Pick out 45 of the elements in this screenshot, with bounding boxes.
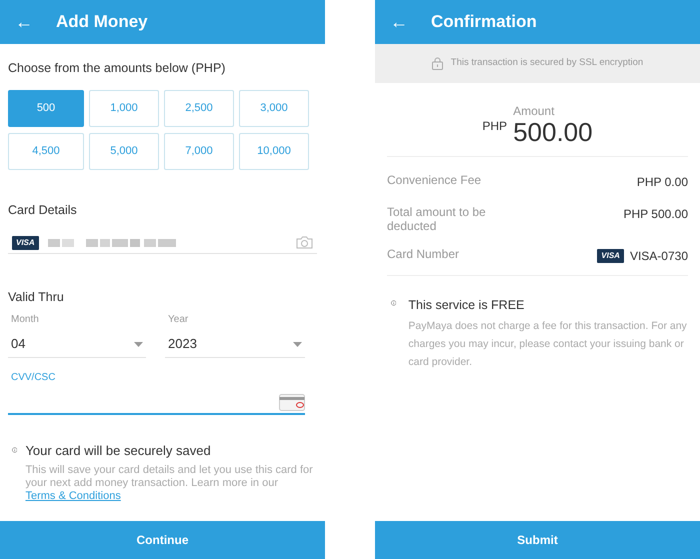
amount-option[interactable]: 7,000 xyxy=(164,132,234,170)
submit-button[interactable]: Submit xyxy=(375,521,700,559)
detail-value: PHP 500.00 xyxy=(624,206,688,223)
camera-icon[interactable] xyxy=(296,236,313,249)
year-select[interactable]: 2023 xyxy=(165,331,305,358)
caret-icon xyxy=(134,342,143,346)
visa-logo: VISA xyxy=(12,236,39,250)
section-title: Choose from the amounts below (PHP) xyxy=(8,60,226,77)
amount-option[interactable]: 2,500 xyxy=(164,90,234,127)
amount-option[interactable]: 5,000 xyxy=(89,132,159,170)
detail-value: PHP 0.00 xyxy=(636,174,688,191)
amount-option[interactable]: 1,000 xyxy=(89,90,159,127)
amount-option[interactable]: 3,000 xyxy=(239,90,309,127)
amount-option[interactable]: 10,000 xyxy=(239,132,309,170)
section-title: Card Details xyxy=(8,202,78,219)
amount-option[interactable]: 500 xyxy=(8,90,84,127)
notice-text: PayMaya does not charge a fee for this transaction. For any charges you may incur, please contact your issuing bank or card provider. xyxy=(408,318,688,370)
detail-label: Convenience Fee xyxy=(387,173,482,187)
back-button[interactable]: ← xyxy=(14,13,34,31)
month-select[interactable]: 04 xyxy=(8,331,146,358)
screen-title: Confirmation xyxy=(431,11,537,34)
notice-title: This service is FREE xyxy=(408,297,526,314)
currency-label: PHP xyxy=(482,118,508,135)
caret-icon xyxy=(293,342,302,346)
lock-icon xyxy=(432,57,443,70)
field-label: Month xyxy=(10,313,40,328)
card-cvv-icon xyxy=(279,394,305,411)
card-number-field[interactable]: VISA xyxy=(8,236,317,254)
notice-text: This will save your card details and let you use this card for your next add money transaction. Learn more in our Terms & Conditions xyxy=(25,464,314,504)
continue-button[interactable]: Continue xyxy=(0,521,325,559)
amount-value: 500.00 xyxy=(513,118,593,146)
detail-label: Total amount to be deducted xyxy=(387,205,487,233)
amount-option[interactable]: 4,500 xyxy=(8,132,84,170)
field-label: CVV/CSC xyxy=(11,370,56,385)
amount-label: Amount xyxy=(513,104,556,118)
visa-logo: VISA xyxy=(597,249,624,263)
section-title: Valid Thru xyxy=(8,288,65,306)
field-label: Year xyxy=(167,313,190,328)
detail-value: VISA-0730 xyxy=(630,248,688,265)
secure-message: This transaction is secured by SSL encryption xyxy=(450,56,644,70)
screen-title: Add Money xyxy=(56,11,148,34)
notice-title: Your card will be securely saved xyxy=(25,442,212,460)
terms-link[interactable]: Terms & Conditions xyxy=(25,490,121,502)
back-button[interactable]: ← xyxy=(389,13,409,31)
detail-label: Card Number xyxy=(387,247,460,261)
